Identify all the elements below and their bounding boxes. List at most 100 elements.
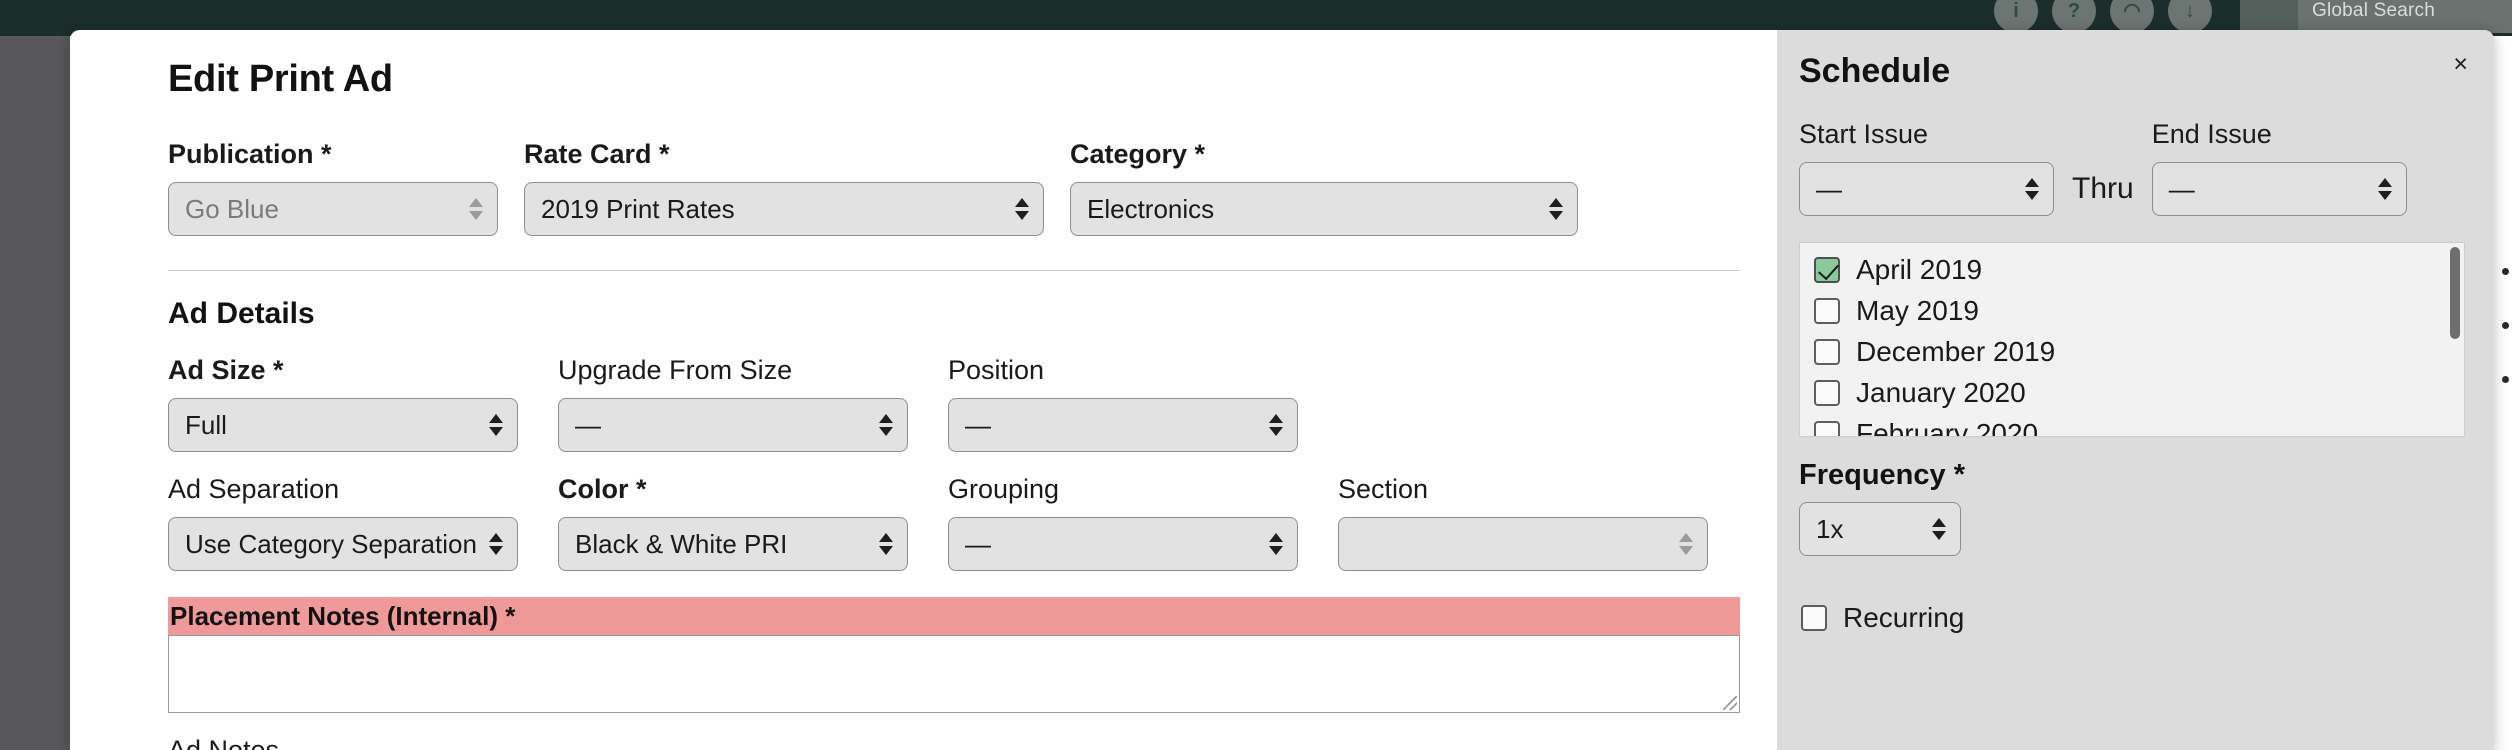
placement-notes-label: Placement Notes (Internal) *: [168, 597, 1740, 635]
grouping-value: —: [965, 528, 991, 559]
checkbox-icon[interactable]: [1801, 605, 1827, 631]
category-label: Category *: [1070, 139, 1206, 169]
placement-notes-textarea[interactable]: [168, 635, 1740, 713]
start-issue-value: —: [1816, 173, 1842, 204]
notification-icon[interactable]: ↓: [2168, 0, 2212, 33]
list-item[interactable]: December 2019: [1802, 331, 2464, 372]
publication-select[interactable]: Go Blue: [168, 182, 498, 236]
schedule-title: Schedule: [1799, 52, 1951, 90]
chevron-updown-icon: [1269, 414, 1283, 436]
chevron-updown-icon: [1269, 533, 1283, 555]
section-select[interactable]: [1338, 517, 1708, 571]
user-icon[interactable]: ◠: [2110, 0, 2154, 33]
field-ad-separation: Ad Separation Use Category Separation: [168, 474, 518, 571]
issue-label: January 2020: [1856, 376, 2026, 408]
end-issue-label: End Issue: [2151, 119, 2272, 149]
rail-dot: [2502, 322, 2509, 329]
recurring-row[interactable]: Recurring: [1799, 602, 2460, 634]
issue-label: May 2019: [1856, 294, 1979, 326]
field-grouping: Grouping —: [948, 474, 1298, 571]
recurring-label: Recurring: [1843, 602, 1965, 633]
issue-label: December 2019: [1856, 335, 2056, 367]
ad-separation-select[interactable]: Use Category Separation: [168, 517, 518, 571]
ad-size-label: Ad Size *: [168, 355, 284, 385]
chevron-updown-icon: [489, 533, 503, 555]
upgrade-from-size-select[interactable]: —: [558, 398, 908, 452]
grouping-select[interactable]: —: [948, 517, 1298, 571]
publication-label: Publication *: [168, 139, 332, 169]
modal-form-area: Edit Print Ad Publication * Go Blue Rate…: [70, 30, 1777, 750]
chevron-updown-icon: [1932, 518, 1946, 540]
issue-list-scrollbar[interactable]: [2450, 247, 2460, 434]
grouping-label: Grouping: [948, 474, 1060, 504]
checkbox-icon[interactable]: [1814, 338, 1840, 365]
search-icon[interactable]: [2240, 0, 2298, 33]
start-issue-label: Start Issue: [1799, 119, 1929, 149]
top-field-row: Publication * Go Blue Rate Card * 2019 P…: [168, 139, 1737, 236]
checkbox-icon[interactable]: [1814, 379, 1840, 406]
rate-card-select[interactable]: 2019 Print Rates: [524, 182, 1044, 236]
list-item[interactable]: April 2019: [1802, 249, 2464, 290]
app-sidebar: [0, 36, 70, 750]
list-item[interactable]: May 2019: [1802, 290, 2464, 331]
chevron-updown-icon: [1679, 533, 1693, 555]
chevron-updown-icon: [489, 414, 503, 436]
scrollbar-thumb[interactable]: [2450, 247, 2460, 339]
list-item[interactable]: February 2020: [1802, 413, 2464, 436]
rate-card-value: 2019 Print Rates: [541, 193, 735, 224]
color-value: Black & White PRI: [575, 528, 788, 559]
frequency-value: 1x: [1816, 513, 1844, 544]
issue-checkbox-list[interactable]: April 2019 May 2019 December 2019 Januar…: [1799, 242, 2465, 437]
ad-separation-value: Use Category Separation: [185, 528, 477, 559]
upgrade-from-size-value: —: [575, 409, 601, 440]
schedule-panel: × Schedule Start Issue — Thru End Issue …: [1777, 30, 2494, 750]
chevron-updown-icon: [2025, 178, 2039, 200]
category-select[interactable]: Electronics: [1070, 182, 1578, 236]
info-icon[interactable]: i: [1994, 0, 2038, 33]
section-divider: [168, 270, 1740, 271]
chevron-updown-icon: [879, 414, 893, 436]
chevron-updown-icon: [469, 198, 483, 220]
position-value: —: [965, 409, 991, 440]
checkbox-icon[interactable]: [1814, 256, 1840, 283]
close-icon[interactable]: ×: [2453, 52, 2468, 77]
page-title: Edit Print Ad: [168, 58, 393, 100]
global-search[interactable]: Global Search: [2240, 0, 2512, 33]
header-icon-group: i ? ◠ ↓: [1994, 0, 2212, 33]
help-icon[interactable]: ?: [2052, 0, 2096, 33]
publication-value: Go Blue: [185, 193, 279, 224]
app-right-rail: [2494, 36, 2512, 750]
position-select[interactable]: —: [948, 398, 1298, 452]
issue-label: April 2019: [1856, 253, 1983, 285]
list-item[interactable]: January 2020: [1802, 372, 2464, 413]
field-category: Category * Electronics: [1070, 139, 1578, 236]
field-start-issue: Start Issue —: [1799, 119, 2054, 216]
chevron-updown-icon: [2377, 178, 2392, 200]
start-issue-select[interactable]: —: [1799, 162, 2054, 216]
checkbox-icon[interactable]: [1814, 297, 1840, 324]
resize-handle-icon[interactable]: [1723, 696, 1737, 710]
issue-range-row: Start Issue — Thru End Issue —: [1799, 119, 2460, 216]
end-issue-value: —: [2168, 173, 2195, 204]
frequency-select[interactable]: 1x: [1799, 502, 1961, 556]
ad-size-select[interactable]: Full: [168, 398, 518, 452]
ad-separation-label: Ad Separation: [168, 474, 340, 504]
checkbox-icon[interactable]: [1814, 420, 1840, 436]
rate-card-label: Rate Card *: [524, 139, 670, 169]
category-value: Electronics: [1087, 193, 1215, 224]
section-label: Section: [1338, 474, 1429, 504]
chevron-updown-icon: [1015, 198, 1029, 220]
global-search-input[interactable]: Global Search: [2298, 0, 2512, 33]
field-publication: Publication * Go Blue: [168, 139, 498, 236]
color-label: Color *: [558, 474, 647, 504]
end-issue-select[interactable]: —: [2151, 162, 2407, 216]
field-ad-size: Ad Size * Full: [168, 355, 518, 452]
field-section: Section: [1338, 474, 1708, 571]
field-end-issue: End Issue —: [2151, 119, 2407, 216]
position-label: Position: [948, 355, 1045, 385]
chevron-updown-icon: [879, 533, 893, 555]
ad-details-row-1: Ad Size * Full Upgrade From Size — Posit…: [168, 355, 1737, 452]
rail-dot: [2502, 376, 2509, 383]
app-root: i ? ◠ ↓ Global Search Edit Print Ad Publ…: [0, 0, 2512, 750]
color-select[interactable]: Black & White PRI: [558, 517, 908, 571]
